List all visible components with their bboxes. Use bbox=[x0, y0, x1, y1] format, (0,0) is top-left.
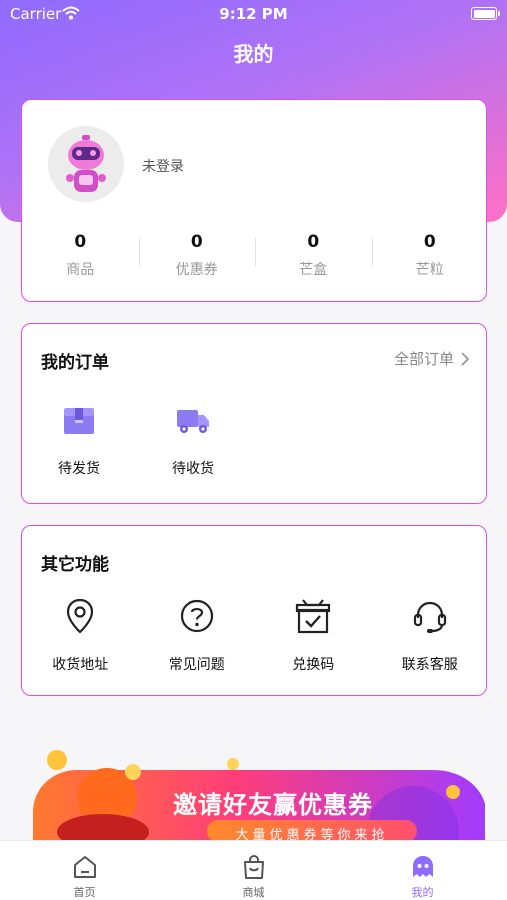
status-bar: Carrier 9:12 PM bbox=[0, 0, 507, 28]
stats-row: 0 商品 0 优惠券 0 芒盒 0 芒粒 bbox=[22, 230, 488, 280]
truck-icon bbox=[175, 402, 211, 438]
tab-mine[interactable]: 我的 bbox=[338, 841, 507, 900]
order-label: 待发货 bbox=[58, 461, 100, 477]
stat-label: 商品 bbox=[66, 262, 95, 278]
profile-card: 未登录 0 商品 0 优惠券 0 芒盒 0 芒粒 bbox=[21, 99, 487, 302]
stat-value: 0 bbox=[423, 232, 436, 252]
function-row: 收货地址 常见问题 兑换码 联系客服 bbox=[22, 596, 488, 674]
home-icon bbox=[71, 853, 99, 881]
section-title: 我的订单 bbox=[41, 353, 109, 373]
chevron-right-icon bbox=[461, 351, 470, 366]
my-orders-card: 我的订单 全部订单 待发货 待收货 bbox=[21, 323, 487, 504]
tab-label: 我的 bbox=[411, 886, 434, 899]
section-title: 其它功能 bbox=[41, 555, 109, 575]
other-functions-card: 其它功能 收货地址 常见问题 兑换码 联系客服 bbox=[21, 525, 487, 696]
tab-mall[interactable]: 商城 bbox=[169, 841, 338, 900]
tab-label: 商城 bbox=[242, 886, 265, 899]
function-label: 联系客服 bbox=[401, 657, 458, 673]
func-faq[interactable]: 常见问题 bbox=[139, 596, 256, 674]
stat-coupons[interactable]: 0 优惠券 bbox=[138, 230, 256, 280]
tab-label: 首页 bbox=[73, 886, 96, 899]
shopping-bag-icon bbox=[240, 853, 268, 881]
all-orders-label: 全部订单 bbox=[393, 350, 454, 368]
stat-mango-points[interactable]: 0 芒粒 bbox=[371, 230, 489, 280]
location-pin-icon bbox=[60, 596, 100, 636]
stat-label: 芒粒 bbox=[415, 262, 444, 278]
function-label: 常见问题 bbox=[168, 657, 225, 673]
order-label: 待收货 bbox=[172, 461, 214, 477]
battery-icon bbox=[471, 7, 500, 20]
all-orders-link[interactable]: 全部订单 bbox=[394, 348, 470, 369]
robot-avatar-icon bbox=[48, 126, 124, 202]
order-pending-shipment[interactable]: 待发货 bbox=[34, 402, 124, 478]
question-icon bbox=[177, 596, 217, 636]
page-title: 我的 bbox=[233, 42, 274, 66]
login-status[interactable]: 未登录 bbox=[142, 156, 184, 176]
stat-label: 优惠券 bbox=[175, 262, 218, 278]
tab-home[interactable]: 首页 bbox=[0, 841, 169, 900]
gift-box-icon bbox=[293, 596, 333, 636]
func-redeem-code[interactable]: 兑换码 bbox=[255, 596, 372, 674]
func-customer-service[interactable]: 联系客服 bbox=[372, 596, 489, 674]
clock: 9:12 PM bbox=[219, 5, 288, 23]
func-address[interactable]: 收货地址 bbox=[22, 596, 139, 674]
order-pending-receipt[interactable]: 待收货 bbox=[148, 402, 238, 478]
headset-icon bbox=[410, 596, 450, 636]
function-label: 收货地址 bbox=[52, 657, 109, 673]
stat-value: 0 bbox=[307, 232, 320, 252]
banner-title: 邀请好友赢优惠券 bbox=[173, 791, 373, 819]
package-icon bbox=[61, 402, 97, 438]
stat-value: 0 bbox=[190, 232, 203, 252]
function-label: 兑换码 bbox=[292, 657, 335, 673]
stat-goods[interactable]: 0 商品 bbox=[22, 230, 139, 280]
ghost-profile-icon bbox=[409, 853, 437, 881]
stat-value: 0 bbox=[74, 232, 87, 252]
invite-banner[interactable]: 邀请好友赢优惠券 大量优惠券等你来抢 bbox=[33, 742, 485, 842]
stat-label: 芒盒 bbox=[299, 262, 328, 278]
avatar[interactable] bbox=[48, 126, 124, 202]
bottom-tab-bar: 首页 商城 我的 bbox=[0, 840, 507, 900]
stat-mango-box[interactable]: 0 芒盒 bbox=[255, 230, 372, 280]
